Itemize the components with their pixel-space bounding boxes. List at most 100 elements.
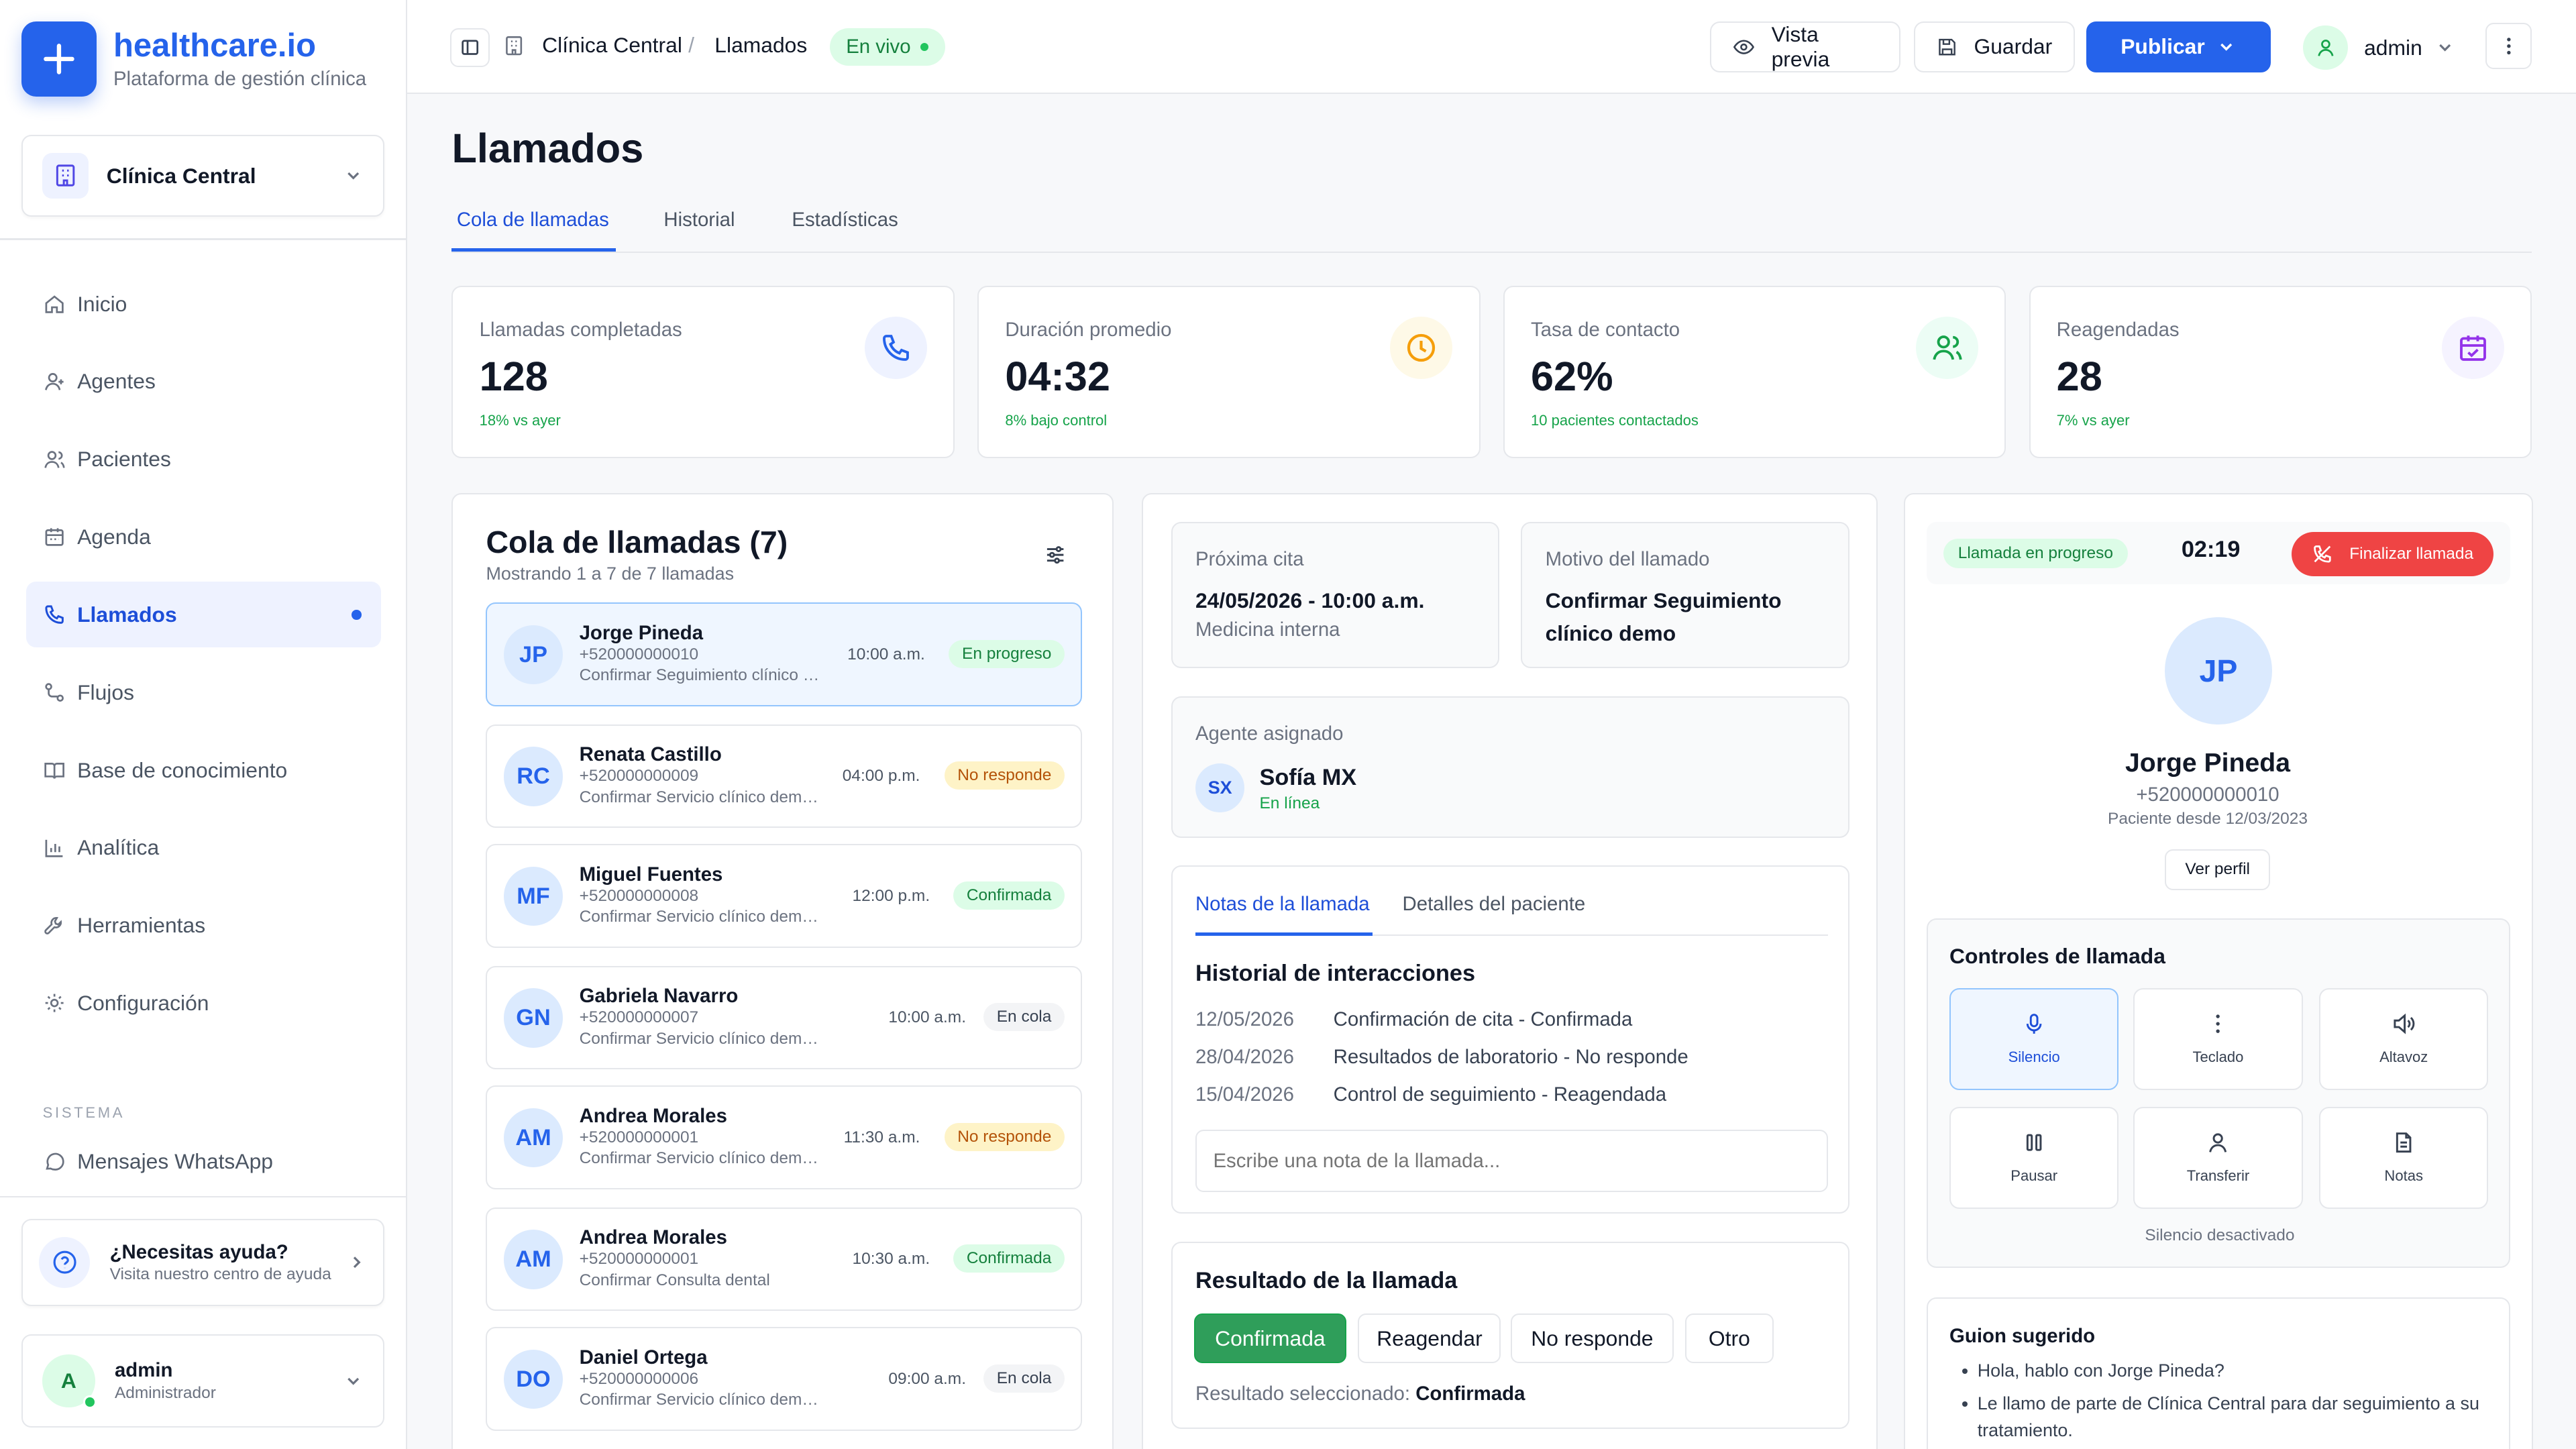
result-option-reagendar[interactable]: Reagendar	[1358, 1313, 1501, 1363]
plus-icon	[21, 21, 97, 97]
sidebar-item-pacientes[interactable]: Pacientes	[26, 427, 381, 492]
more-vertical-icon	[2506, 38, 2511, 55]
queue-item[interactable]: DO Daniel Ortega +520000000006 Confirmar…	[486, 1327, 1083, 1431]
user-menu[interactable]: A admin Administrador	[21, 1334, 385, 1428]
queue-item[interactable]: AM Andrea Morales +520000000001 Confirma…	[486, 1207, 1083, 1311]
sidebar-item-analitica[interactable]: Analítica	[26, 815, 381, 881]
stat-value: 62%	[1531, 354, 1613, 400]
preview-button[interactable]: Vista previa	[1710, 21, 1901, 72]
result-option-confirmada[interactable]: Confirmada	[1193, 1313, 1347, 1363]
help-subtitle: Visita nuestro centro de ayuda	[109, 1265, 331, 1284]
stat-card-rescheduled: Reagendadas 28 7% vs ayer	[2029, 286, 2532, 459]
sidebar-item-configuracion[interactable]: Configuración	[26, 971, 381, 1036]
pause-icon	[2026, 1134, 2042, 1151]
call-note-input[interactable]	[1195, 1129, 1828, 1193]
avatar-initial: A	[60, 1368, 76, 1393]
end-call-button[interactable]: Finalizar llamada	[2291, 532, 2494, 577]
calendar-icon	[45, 528, 64, 547]
sidebar-item-label: Mensajes WhatsApp	[77, 1148, 273, 1173]
building-icon	[506, 36, 523, 56]
sidebar-item-llamados[interactable]: Llamados	[26, 582, 382, 648]
queue-item-time: 09:00 a.m.	[888, 1369, 966, 1388]
queue-item-reason: Confirmar Servicio clínico demo 03	[579, 1029, 826, 1048]
view-profile-button[interactable]: Ver perfil	[2165, 849, 2271, 890]
queue-item[interactable]: GN Gabriela Navarro +520000000007 Confir…	[486, 965, 1083, 1069]
selected-result-value: Confirmada	[1415, 1383, 1525, 1405]
keypad-button[interactable]: Teclado	[2133, 988, 2303, 1091]
tab-call-notes[interactable]: Notas de la llamada	[1195, 893, 1370, 916]
tab-patient-details[interactable]: Detalles del paciente	[1403, 893, 1586, 916]
phone-icon	[45, 605, 64, 625]
sidebar-item-inicio[interactable]: Inicio	[26, 271, 381, 337]
result-option-otro[interactable]: Otro	[1684, 1313, 1774, 1363]
history-row: 15/04/2026 Control de seguimiento - Reage…	[1195, 1083, 1666, 1106]
queue-subtitle: Mostrando 1 a 7 de 7 llamadas	[486, 563, 735, 584]
queue-item[interactable]: MF Miguel Fuentes +520000000008 Confirma…	[486, 844, 1083, 948]
stat-value: 28	[2056, 354, 2102, 400]
patient-phone: +520000000010	[2136, 783, 2279, 806]
queue-item[interactable]: RC Renata Castillo +520000000009 Confirm…	[486, 724, 1083, 828]
sidebar-item-base-de-conocimiento[interactable]: Base de conocimiento	[26, 737, 381, 803]
patients-icon	[44, 450, 65, 468]
publish-button[interactable]: Publicar	[2086, 21, 2271, 72]
topbar-user-menu[interactable]: admin	[2303, 25, 2455, 71]
sidebar-item-mensajes-whatsapp[interactable]: Mensajes WhatsApp	[26, 1128, 381, 1194]
suggested-script: Guion sugerido Hola, hablo con Jorge Pin…	[1927, 1297, 2510, 1449]
notes-button[interactable]: Notas	[2319, 1106, 2489, 1209]
active-call-panel: Llamada en progreso 02:19 Finalizar llam…	[1904, 492, 2534, 1449]
help-card[interactable]: ¿Necesitas ayuda? Visita nuestro centro …	[21, 1219, 385, 1306]
keypad-icon	[2216, 1014, 2220, 1034]
queue-item-name: Gabriela Navarro	[579, 985, 739, 1008]
call-controls-title: Controles de llamada	[1949, 944, 2165, 969]
history-date: 15/04/2026	[1195, 1083, 1294, 1106]
breadcrumb-clinic[interactable]: Clínica Central	[542, 33, 682, 58]
call-result-title: Resultado de la llamada	[1195, 1267, 1458, 1293]
sidebar-toggle-icon	[462, 40, 478, 56]
sidebar-item-label: Agenda	[77, 525, 151, 549]
save-button[interactable]: Guardar	[1914, 21, 2076, 72]
control-label: Teclado	[2192, 1049, 2244, 1066]
brand[interactable]: healthcare.io Plataforma de gestión clín…	[21, 21, 366, 97]
queue-item-reason: Confirmar Servicio clínico demo 07	[579, 1391, 826, 1409]
control-label: Notas	[2384, 1167, 2423, 1184]
status-badge: Confirmada	[953, 881, 1065, 910]
queue-item-time: 10:00 a.m.	[888, 1008, 966, 1026]
tab-cola-de-llamadas[interactable]: Cola de llamadas	[457, 209, 609, 231]
queue-item[interactable]: AM Andrea Morales +520000000001 Confirma…	[486, 1085, 1083, 1189]
queue-item[interactable]: JP Jorge Pineda +520000000010 Confirmar …	[486, 602, 1083, 706]
more-options-button[interactable]	[2485, 23, 2532, 69]
sidebar-item-label: Llamados	[77, 602, 177, 627]
tab-estadisticas[interactable]: Estadísticas	[792, 209, 898, 231]
speaker-button[interactable]: Altavoz	[2319, 988, 2489, 1091]
history-text: Confirmación de cita - Confirmada	[1333, 1008, 1633, 1030]
chevron-down-icon	[2439, 44, 2451, 52]
status-badge: En cola	[983, 1003, 1065, 1032]
transfer-button[interactable]: Transferir	[2133, 1106, 2303, 1209]
sidebar-item-agentes[interactable]: Agentes	[26, 349, 381, 415]
brand-subtitle: Plataforma de gestión clínica	[113, 67, 367, 90]
toggle-sidebar-button[interactable]	[450, 28, 490, 68]
avatar: SX	[1195, 763, 1245, 813]
pause-button[interactable]: Pausar	[1949, 1106, 2119, 1209]
selected-result-label: Resultado seleccionado:	[1195, 1383, 1411, 1405]
tab-historial[interactable]: Historial	[663, 209, 735, 231]
sidebar-item-herramientas[interactable]: Herramientas	[26, 893, 381, 959]
queue-item-name: Andrea Morales	[579, 1226, 727, 1249]
control-label: Altavoz	[2379, 1049, 2428, 1066]
phone-icon	[864, 317, 927, 380]
save-label: Guardar	[1974, 34, 2053, 59]
phone-hangup-icon	[2314, 545, 2331, 563]
mute-button[interactable]: Silencio	[1949, 988, 2119, 1091]
active-indicator-dot	[352, 610, 362, 620]
result-option-no-responde[interactable]: No responde	[1511, 1313, 1674, 1363]
clinic-selector[interactable]: Clínica Central	[21, 134, 385, 217]
avatar: AM	[503, 1230, 564, 1289]
queue-item-phone: +520000000008	[579, 886, 699, 905]
sidebar-item-agenda[interactable]: Agenda	[26, 504, 381, 570]
call-notes-card: Notas de la llamada Detalles del pacient…	[1171, 865, 1850, 1214]
sidebar-item-flujos[interactable]: Flujos	[26, 659, 381, 725]
queue-item-phone: +520000000001	[579, 1128, 699, 1146]
filter-button[interactable]	[1044, 543, 1067, 573]
assigned-agent-card: Agente asignado SX Sofía MX En línea	[1171, 696, 1850, 838]
history-row: 28/04/2026 Resultados de laboratorio - No…	[1195, 1046, 1688, 1069]
